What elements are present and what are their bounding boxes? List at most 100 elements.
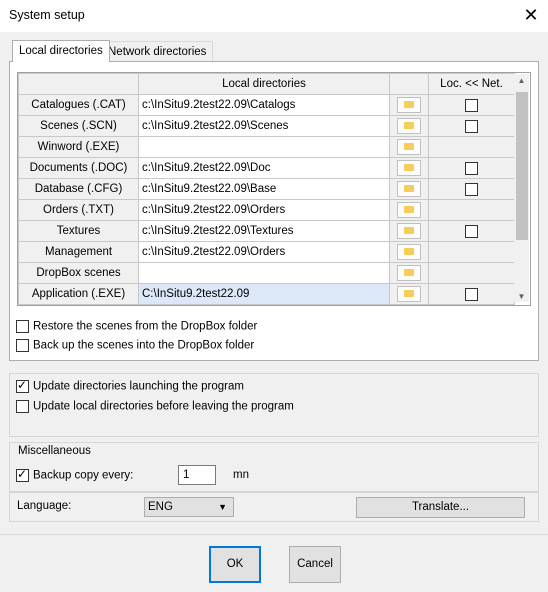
- directory-path-input[interactable]: c:\InSitu9.2test22.09\Doc: [138, 157, 390, 179]
- loc-net-checkbox[interactable]: [465, 161, 478, 175]
- folder-icon[interactable]: [397, 244, 421, 260]
- tab-local-directories[interactable]: Local directories: [12, 40, 110, 62]
- table-row: Textures c:\InSitu9.2test22.09\Textures: [18, 220, 515, 242]
- directory-path-input[interactable]: [138, 136, 390, 158]
- browse-cell: [389, 94, 429, 116]
- loc-net-cell: [428, 241, 515, 263]
- local-directories-header: Local directories: [138, 73, 390, 95]
- directory-path-input[interactable]: c:\InSitu9.2test22.09\Catalogs: [138, 94, 390, 116]
- row-label: Textures: [18, 220, 139, 242]
- row-label: Management: [18, 241, 139, 263]
- scrollbar-thumb[interactable]: [516, 92, 528, 240]
- browse-cell: [389, 115, 429, 137]
- folder-icon[interactable]: [397, 265, 421, 281]
- backup-dropbox-option[interactable]: Back up the scenes into the DropBox fold…: [16, 339, 254, 352]
- update-leave-option[interactable]: Update local directories before leaving …: [16, 400, 294, 413]
- table-row: DropBox scenes: [18, 262, 515, 284]
- scroll-down-arrow-icon[interactable]: ▼: [514, 292, 529, 301]
- language-label: Language:: [17, 500, 72, 512]
- folder-header: [389, 73, 429, 95]
- table-row: Management c:\InSitu9.2test22.09\Orders: [18, 241, 515, 263]
- folder-icon[interactable]: [397, 118, 421, 134]
- folder-icon[interactable]: [397, 97, 421, 113]
- table-row: Orders (.TXT) c:\InSitu9.2test22.09\Order…: [18, 199, 515, 221]
- loc-net-checkbox[interactable]: [465, 98, 478, 112]
- loc-net-header: Loc. << Net.: [428, 73, 515, 95]
- directory-path-input[interactable]: c:\InSitu9.2test22.09\Base: [138, 178, 390, 200]
- row-label: Documents (.DOC): [18, 157, 139, 179]
- directory-path-input[interactable]: C:\InSitu9.2test22.09: [138, 283, 390, 305]
- tab-network-directories[interactable]: Network directories: [101, 41, 214, 61]
- table-row: Winword (.EXE): [18, 136, 515, 158]
- folder-icon[interactable]: [397, 181, 421, 197]
- backup-interval-input[interactable]: 1: [178, 465, 216, 485]
- loc-net-cell: [428, 94, 515, 116]
- close-icon[interactable]: ✕: [520, 4, 542, 26]
- loc-net-cell: [428, 220, 515, 242]
- update-leave-checkbox[interactable]: [16, 400, 29, 413]
- update-launch-option[interactable]: Update directories launching the program: [16, 378, 244, 393]
- scroll-up-arrow-icon[interactable]: ▲: [514, 76, 529, 85]
- directory-path-input[interactable]: c:\InSitu9.2test22.09\Orders: [138, 199, 390, 221]
- loc-net-cell: [428, 262, 515, 284]
- loc-net-checkbox[interactable]: [465, 182, 478, 196]
- row-label: Scenes (.SCN): [18, 115, 139, 137]
- dialog-footer: [0, 534, 548, 592]
- directory-path-input[interactable]: c:\InSitu9.2test22.09\Scenes: [138, 115, 390, 137]
- table-row: Scenes (.SCN) c:\InSitu9.2test22.09\Scene…: [18, 115, 515, 137]
- window-title: System setup: [9, 8, 85, 22]
- loc-net-checkbox[interactable]: [465, 119, 478, 133]
- directory-path-input[interactable]: [138, 262, 390, 284]
- browse-cell: [389, 178, 429, 200]
- table-row: Database (.CFG) c:\InSitu9.2test22.09\Bas…: [18, 178, 515, 200]
- browse-cell: [389, 262, 429, 284]
- row-label: DropBox scenes: [18, 262, 139, 284]
- loc-net-cell: [428, 136, 515, 158]
- folder-icon[interactable]: [397, 286, 421, 302]
- backup-unit-label: mn: [233, 469, 249, 481]
- loc-net-cell: [428, 283, 515, 305]
- loc-net-checkbox[interactable]: [465, 224, 478, 238]
- restore-dropbox-checkbox[interactable]: [16, 320, 29, 333]
- browse-cell: [389, 136, 429, 158]
- loc-net-cell: [428, 115, 515, 137]
- loc-net-cell: [428, 178, 515, 200]
- corner-header: [18, 73, 139, 95]
- cancel-button[interactable]: Cancel: [289, 546, 341, 583]
- loc-net-cell: [428, 157, 515, 179]
- update-launch-checkbox[interactable]: [16, 378, 29, 393]
- table-row: Documents (.DOC) c:\InSitu9.2test22.09\Do…: [18, 157, 515, 179]
- browse-cell: [389, 220, 429, 242]
- loc-net-checkbox[interactable]: [465, 287, 478, 301]
- folder-icon[interactable]: [397, 223, 421, 239]
- chevron-down-icon: ▼: [218, 502, 227, 512]
- browse-cell: [389, 283, 429, 305]
- language-value: ENG: [148, 501, 173, 513]
- restore-dropbox-option[interactable]: Restore the scenes from the DropBox fold…: [16, 320, 257, 333]
- browse-cell: [389, 199, 429, 221]
- row-label: Orders (.TXT): [18, 199, 139, 221]
- table-row: Application (.EXE) C:\InSitu9.2test22.09: [18, 283, 515, 305]
- backup-dropbox-checkbox[interactable]: [16, 339, 29, 352]
- directory-path-input[interactable]: c:\InSitu9.2test22.09\Orders: [138, 241, 390, 263]
- row-label: Winword (.EXE): [18, 136, 139, 158]
- directory-path-input[interactable]: c:\InSitu9.2test22.09\Textures: [138, 220, 390, 242]
- row-label: Database (.CFG): [18, 178, 139, 200]
- language-select[interactable]: ENG ▼: [144, 497, 234, 517]
- browse-cell: [389, 241, 429, 263]
- translate-button[interactable]: Translate...: [356, 497, 525, 518]
- directories-table: Local directories Loc. << Net. Catalogue…: [18, 73, 515, 305]
- backup-copy-option[interactable]: Backup copy every:: [16, 467, 133, 482]
- row-label: Application (.EXE): [18, 283, 139, 305]
- folder-icon[interactable]: [397, 202, 421, 218]
- misc-title: Miscellaneous: [18, 445, 91, 457]
- folder-icon[interactable]: [397, 139, 421, 155]
- browse-cell: [389, 157, 429, 179]
- folder-icon[interactable]: [397, 160, 421, 176]
- directories-grid: Local directories Loc. << Net. Catalogue…: [17, 72, 531, 306]
- ok-button[interactable]: OK: [209, 546, 261, 583]
- row-label: Catalogues (.CAT): [18, 94, 139, 116]
- table-row: Catalogues (.CAT) c:\InSitu9.2test22.09\C…: [18, 94, 515, 116]
- backup-copy-checkbox[interactable]: [16, 467, 29, 482]
- loc-net-cell: [428, 199, 515, 221]
